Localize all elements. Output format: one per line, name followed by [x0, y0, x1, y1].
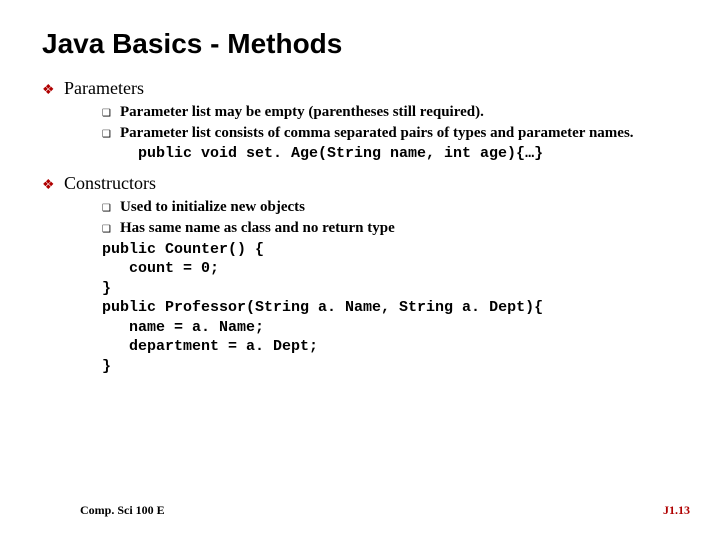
code-sample: public void set. Age(String name, int ag… [138, 145, 678, 164]
constructors-items: ❑ Used to initialize new objects ❑ Has s… [102, 198, 678, 376]
item-text: Has same name as class and no return typ… [120, 219, 395, 238]
section-heading: Parameters [64, 78, 144, 99]
list-item: ❑ Parameter list may be empty (parenthes… [102, 103, 678, 122]
section-constructors: ❖ Constructors [42, 173, 678, 194]
code-sample: public Counter() { count = 0; } public P… [102, 240, 678, 377]
parameters-items: ❑ Parameter list may be empty (parenthes… [102, 103, 678, 163]
list-item: ❑ Has same name as class and no return t… [102, 219, 678, 238]
square-bullet-icon: ❑ [102, 203, 120, 214]
list-item: ❑ Parameter list consists of comma separ… [102, 124, 678, 143]
footer-course: Comp. Sci 100 E [80, 503, 165, 518]
diamond-bullet-icon: ❖ [42, 81, 64, 98]
section-heading: Constructors [64, 173, 156, 194]
slide-title: Java Basics - Methods [42, 28, 678, 60]
item-text: Used to initialize new objects [120, 198, 305, 217]
footer-page: J1.13 [663, 503, 690, 518]
square-bullet-icon: ❑ [102, 224, 120, 235]
square-bullet-icon: ❑ [102, 108, 120, 119]
item-text: Parameter list consists of comma separat… [120, 124, 634, 143]
list-item: ❑ Used to initialize new objects [102, 198, 678, 217]
diamond-bullet-icon: ❖ [42, 176, 64, 193]
item-text: Parameter list may be empty (parentheses… [120, 103, 484, 122]
square-bullet-icon: ❑ [102, 129, 120, 140]
section-parameters: ❖ Parameters [42, 78, 678, 99]
